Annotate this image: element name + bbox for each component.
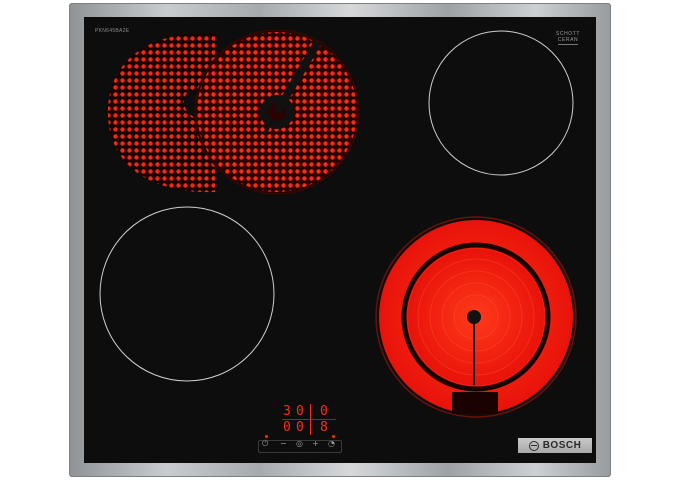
display-bottom-left: 0 bbox=[283, 420, 292, 435]
plus-icon[interactable]: + bbox=[312, 439, 319, 448]
zone-front-left[interactable] bbox=[99, 206, 275, 382]
zone-rear-right[interactable] bbox=[428, 30, 574, 176]
model-code-label: PKN645BA2E bbox=[95, 28, 130, 34]
minus-icon[interactable]: − bbox=[280, 439, 287, 448]
cooking-zones bbox=[99, 29, 577, 418]
zone-front-right[interactable] bbox=[375, 216, 577, 418]
brand-label: BOSCH bbox=[542, 440, 582, 451]
display-hdivider bbox=[282, 419, 336, 420]
led-indicator-left bbox=[265, 435, 268, 438]
timer-icon[interactable]: ◔ bbox=[328, 439, 335, 448]
power-icon[interactable]: ⏻ bbox=[262, 439, 268, 449]
dual-zone-icon[interactable]: ◎ bbox=[296, 439, 303, 448]
logo-underline bbox=[558, 44, 578, 45]
display-bottom-mid: 0 bbox=[296, 420, 305, 435]
display-top-left: 3 bbox=[283, 404, 292, 419]
ceran-label: CERAN bbox=[557, 37, 579, 43]
schott-ceran-logo: SCHOTT CERAN bbox=[548, 31, 588, 45]
display-top-right: 0 bbox=[320, 404, 329, 419]
bosch-badge: BOSCH bbox=[518, 438, 592, 453]
display-bottom-right: 8 bbox=[320, 420, 329, 435]
led-indicator-right bbox=[332, 435, 335, 438]
zone-rear-left[interactable] bbox=[108, 29, 360, 195]
display-top-mid: 0 bbox=[296, 404, 305, 419]
bosch-armature-icon bbox=[528, 440, 539, 451]
